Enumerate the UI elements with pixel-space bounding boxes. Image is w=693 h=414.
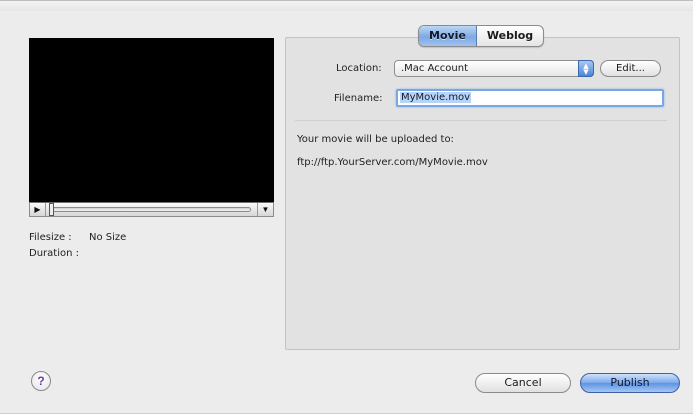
divider <box>295 120 667 121</box>
location-label: Location: <box>336 63 382 74</box>
filename-value: MyMovie.mov <box>400 92 472 103</box>
popup-arrows-icon: ▲ ▼ <box>578 60 594 77</box>
scrubber-thumb[interactable] <box>49 203 54 216</box>
filesize-value: No Size <box>89 232 127 243</box>
cancel-button[interactable]: Cancel <box>475 373 571 393</box>
titlebar <box>0 1 693 11</box>
filesize-label: Filesize : <box>29 232 72 243</box>
upload-url: ftp://ftp.YourServer.com/MyMovie.mov <box>297 157 488 168</box>
filename-label: Filename: <box>334 93 383 104</box>
movie-controller[interactable]: ▶ ▼ <box>29 202 274 217</box>
location-popup[interactable]: .Mac Account ▲ ▼ <box>394 60 594 77</box>
movie-info: Filesize : No Size Duration : <box>29 230 126 262</box>
settings-pane <box>285 37 680 350</box>
filename-field[interactable]: MyMovie.mov <box>396 89 664 107</box>
publish-dialog: ▶ ▼ Filesize : No Size Duration : Movie … <box>0 0 693 414</box>
publish-button[interactable]: Publish <box>580 373 680 393</box>
upload-message: Your movie will be uploaded to: <box>297 134 454 145</box>
edit-button[interactable]: Edit... <box>600 60 661 77</box>
triangle-down-icon[interactable]: ▼ <box>257 203 273 216</box>
scrubber-track[interactable] <box>49 203 251 216</box>
tab-movie[interactable]: Movie <box>419 26 477 46</box>
play-icon[interactable]: ▶ <box>30 203 46 216</box>
movie-preview <box>29 38 274 202</box>
duration-label: Duration : <box>29 248 79 259</box>
tab-weblog[interactable]: Weblog <box>477 26 543 46</box>
location-value: .Mac Account <box>401 63 468 74</box>
tab-bar: Movie Weblog <box>418 25 545 47</box>
help-button[interactable]: ? <box>31 371 51 391</box>
